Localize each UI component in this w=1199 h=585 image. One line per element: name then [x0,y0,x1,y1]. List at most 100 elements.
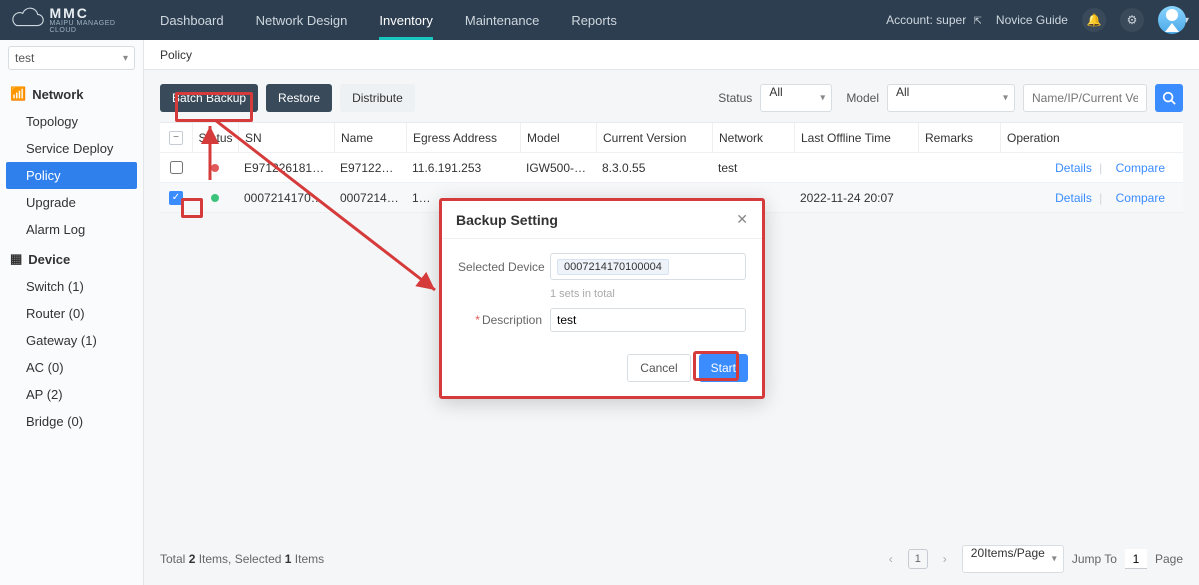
start-button[interactable]: Start [699,354,748,382]
pager-current[interactable]: 1 [908,549,928,569]
sidebar-item-router[interactable]: Router (0) [0,300,143,327]
table-footer: Total 2 Items, Selected 1 Items ‹ 1 › 20… [160,545,1183,573]
chevron-down-icon: ▾ [1052,554,1057,565]
tenant-value: test [15,51,34,65]
table-header-row: − Status SN Name Egress Address Model Cu… [160,123,1183,153]
cell-name: 00072141701… [334,191,406,205]
status-dot-offline [211,164,219,172]
account-label: Account: super [886,13,966,27]
sidebar-item-alarm-log[interactable]: Alarm Log [0,216,143,243]
col-current: Current Version [596,123,712,153]
table-row: E971226181500007 E9712261815… 11.6.191.2… [160,153,1183,183]
group-device-label: Device [28,252,70,267]
nav-reports[interactable]: Reports [555,0,633,40]
status-filter-value: All [769,85,782,99]
user-menu[interactable]: ▾ [1158,6,1189,34]
nav-dashboard[interactable]: Dashboard [144,0,240,40]
details-link[interactable]: Details [1055,191,1092,205]
col-offline: Last Offline Time [794,123,918,153]
top-nav: Dashboard Network Design Inventory Maint… [144,0,633,40]
jump-to-input[interactable] [1125,549,1147,569]
sidebar-item-switch[interactable]: Switch (1) [0,273,143,300]
search-input[interactable] [1023,84,1147,112]
sidebar-item-topology[interactable]: Topology [0,108,143,135]
grid-icon: ▦ [10,251,22,267]
status-dot-online [211,194,219,202]
search-icon [1162,91,1176,105]
row-checkbox[interactable]: ✓ [169,191,183,205]
status-filter-select[interactable]: All ▾ [760,84,832,112]
chevron-down-icon: ▾ [1003,93,1008,104]
account-link[interactable]: Account: super ⇱ [886,13,982,27]
cell-offline: 2022-11-24 20:07 [794,191,918,205]
col-sn: SN [238,123,334,153]
description-label: *Description [458,313,542,327]
compare-link[interactable]: Compare [1116,191,1165,205]
cell-name: E9712261815… [334,161,406,175]
sidebar: test ▾ 📶 Network Topology Service Deploy… [0,40,144,585]
nav-network-design[interactable]: Network Design [240,0,364,40]
gear-icon[interactable]: ⚙ [1120,8,1144,32]
pager-next[interactable]: › [936,549,954,569]
totals-text: Total 2 Items, Selected 1 Items [160,552,324,566]
group-network[interactable]: 📶 Network [0,78,143,108]
close-icon[interactable]: ✕ [736,211,748,228]
col-operation: Operation [1000,123,1183,153]
page-word: Page [1155,552,1183,566]
cell-egress: 11.6.191.253 [406,161,520,175]
compare-link[interactable]: Compare [1116,161,1165,175]
tenant-select[interactable]: test ▾ [8,46,135,70]
col-network: Network [712,123,794,153]
signal-icon: 📶 [10,86,26,102]
select-all-checkbox[interactable]: − [169,131,183,145]
logo: MMC MAIPU MANAGED CLOUD [0,6,144,34]
col-remarks: Remarks [918,123,1000,153]
col-status: Status [192,123,238,153]
selected-device-box[interactable]: 0007214170100004 [550,253,746,280]
cancel-button[interactable]: Cancel [627,354,690,382]
group-device[interactable]: ▦ Device [0,243,143,273]
group-network-label: Network [32,87,83,102]
topbar: MMC MAIPU MANAGED CLOUD Dashboard Networ… [0,0,1199,40]
col-egress: Egress Address [406,123,520,153]
restore-button[interactable]: Restore [266,84,332,112]
nav-maintenance[interactable]: Maintenance [449,0,555,40]
novice-guide-link[interactable]: Novice Guide [996,13,1068,27]
sidebar-item-policy[interactable]: Policy [6,162,137,189]
selected-device-label: Selected Device [458,260,542,274]
distribute-button[interactable]: Distribute [340,84,415,112]
page-size-label: 20Items/Page [971,546,1045,560]
col-model: Model [520,123,596,153]
cell-network: test [712,161,794,175]
sidebar-item-ac[interactable]: AC (0) [0,354,143,381]
col-name: Name [334,123,406,153]
sidebar-item-ap[interactable]: AP (2) [0,381,143,408]
cell-current: 8.3.0.55 [596,161,712,175]
sidebar-item-gateway[interactable]: Gateway (1) [0,327,143,354]
description-input[interactable] [550,308,746,332]
sidebar-item-bridge[interactable]: Bridge (0) [0,408,143,435]
breadcrumb-label: Policy [160,48,192,62]
sidebar-item-upgrade[interactable]: Upgrade [0,189,143,216]
row-checkbox[interactable] [170,161,183,174]
sets-helper-text: 1 sets in total [550,288,746,300]
backup-setting-modal: Backup Setting ✕ Selected Device 0007214… [439,198,765,399]
pager-prev[interactable]: ‹ [882,549,900,569]
batch-backup-button[interactable]: Batch Backup [160,84,258,112]
model-filter-select[interactable]: All ▾ [887,84,1015,112]
brand-name: MMC [49,6,134,20]
details-link[interactable]: Details [1055,161,1092,175]
external-link-icon: ⇱ [974,16,982,27]
chevron-down-icon: ▾ [123,53,128,64]
modal-title: Backup Setting [456,212,558,228]
sidebar-item-service-deploy[interactable]: Service Deploy [0,135,143,162]
avatar-icon [1158,6,1186,34]
toolbar: Batch Backup Restore Distribute Status A… [160,84,1183,112]
cloud-icon [10,7,45,33]
nav-inventory[interactable]: Inventory [363,0,448,40]
page-size-select[interactable]: 20Items/Page ▾ [962,545,1064,573]
cell-sn: 0007214170100004 [238,191,334,205]
model-filter-label: Model [846,91,879,105]
bell-icon[interactable]: 🔔 [1082,8,1106,32]
search-button[interactable] [1155,84,1183,112]
